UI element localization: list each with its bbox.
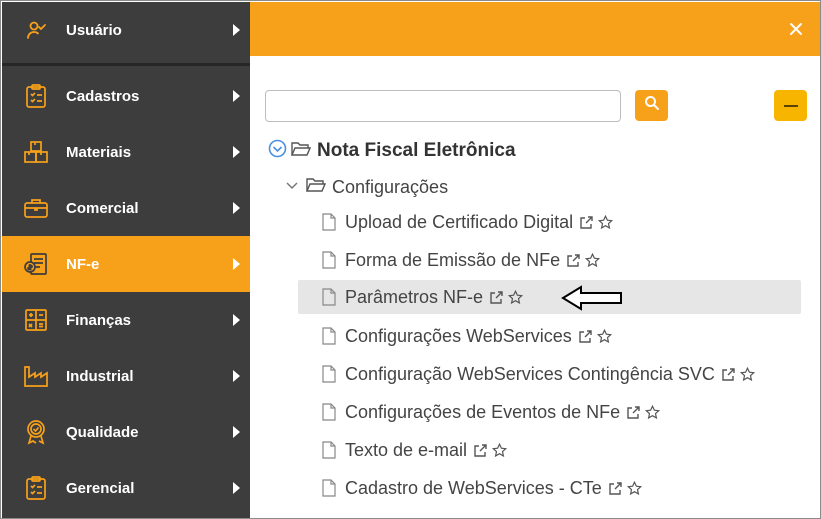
expand-circle-icon[interactable]: [268, 139, 287, 163]
tree-item-label: Texto de e-mail: [345, 439, 468, 460]
clipboard-list-icon: [23, 83, 49, 109]
tree-group-label: Configurações: [332, 176, 449, 197]
star-icon[interactable]: [585, 252, 601, 268]
chevron-down-icon[interactable]: [286, 178, 298, 196]
sidebar-item-cadastros[interactable]: Cadastros: [2, 68, 250, 124]
sidebar: Usuário Cadastros Materiais Comercial NF…: [2, 2, 250, 518]
document-icon: [322, 403, 336, 421]
collapse-button[interactable]: [774, 90, 807, 121]
star-icon[interactable]: [492, 442, 508, 458]
external-link-icon[interactable]: [473, 443, 488, 458]
folder-open-icon: [305, 177, 327, 198]
external-link-icon[interactable]: [721, 367, 736, 382]
sidebar-item-nfe[interactable]: NF-e: [2, 236, 250, 292]
tree-root-label: Nota Fiscal Eletrônica: [317, 140, 516, 161]
tree-group[interactable]: Configurações: [286, 174, 448, 200]
sidebar-item-usuario[interactable]: Usuário: [2, 2, 250, 58]
tree-item[interactable]: Forma de Emissão de NFe: [298, 243, 801, 277]
sidebar-item-label: Materiais: [66, 143, 132, 161]
star-icon[interactable]: [508, 289, 524, 305]
panel-header: [250, 2, 820, 56]
chevron-right-icon: [233, 370, 240, 382]
search-input[interactable]: [265, 90, 621, 122]
close-icon[interactable]: [787, 20, 805, 38]
external-link-icon[interactable]: [566, 253, 581, 268]
sidebar-item-label: Qualidade: [66, 423, 139, 441]
tree-item-label: Configuração WebServices Contingência SV…: [345, 363, 715, 384]
sidebar-item-label: Cadastros: [66, 87, 140, 105]
tree-item[interactable]: Configuração WebServices Contingência SV…: [298, 357, 801, 391]
chevron-right-icon: [233, 258, 240, 270]
star-icon[interactable]: [626, 480, 642, 496]
sidebar-item-financas[interactable]: Finanças: [2, 292, 250, 348]
chevron-right-icon: [233, 202, 240, 214]
document-icon: [322, 288, 336, 306]
document-icon: [322, 251, 336, 269]
tree-item-label: Configurações WebServices: [345, 325, 572, 346]
external-link-icon[interactable]: [578, 329, 593, 344]
search-button[interactable]: [635, 90, 668, 121]
chevron-right-icon: [233, 24, 240, 36]
minus-icon: [783, 104, 798, 107]
tree-item-label: Forma de Emissão de NFe: [345, 249, 561, 270]
external-link-icon[interactable]: [489, 290, 504, 305]
tree-root[interactable]: Nota Fiscal Eletrônica: [268, 138, 516, 164]
external-link-icon[interactable]: [608, 481, 623, 496]
sidebar-item-industrial[interactable]: Industrial: [2, 348, 250, 404]
sidebar-item-label: Usuário: [66, 21, 122, 39]
tree-item[interactable]: Texto de e-mail: [298, 433, 801, 467]
calculator-icon: [23, 307, 49, 333]
sidebar-item-comercial[interactable]: Comercial: [2, 180, 250, 236]
sidebar-item-label: Comercial: [66, 199, 139, 217]
menu-panel: Nota Fiscal Eletrônica Configurações Upl…: [250, 2, 820, 518]
tree-item-label: Configurações de Eventos de NFe: [345, 401, 621, 422]
sidebar-item-label: Industrial: [66, 367, 134, 385]
annotation-arrow-icon: [561, 285, 622, 311]
tree-item[interactable]: Configurações WebServices: [298, 319, 801, 353]
star-icon[interactable]: [596, 328, 612, 344]
chevron-right-icon: [233, 426, 240, 438]
chevron-right-icon: [233, 314, 240, 326]
tree-item[interactable]: Configurações de Eventos de NFe: [298, 395, 801, 429]
sidebar-divider: [2, 63, 250, 66]
sidebar-item-gerencial[interactable]: Gerencial: [2, 460, 250, 516]
tree-item-label: Parâmetros NF-e: [345, 286, 484, 307]
document-icon: [322, 479, 336, 497]
folder-open-icon: [290, 141, 312, 162]
star-icon[interactable]: [598, 214, 614, 230]
chevron-right-icon: [233, 146, 240, 158]
chevron-right-icon: [233, 482, 240, 494]
briefcase-icon: [23, 195, 49, 221]
clipboard-list-icon: [23, 475, 49, 501]
document-icon: [322, 327, 336, 345]
document-icon: [322, 365, 336, 383]
user-check-icon: [23, 17, 49, 43]
tree-item[interactable]: Upload de Certificado Digital: [298, 205, 801, 239]
sidebar-item-label: Gerencial: [66, 479, 135, 497]
document-icon: [322, 441, 336, 459]
sidebar-item-qualidade[interactable]: Qualidade: [2, 404, 250, 460]
sidebar-item-label: Finanças: [66, 311, 132, 329]
tree-item[interactable]: Cadastro de WebServices - CTe: [298, 471, 801, 505]
star-icon[interactable]: [739, 366, 755, 382]
external-link-icon[interactable]: [626, 405, 641, 420]
external-link-icon[interactable]: [579, 215, 594, 230]
tree-item-selected[interactable]: Parâmetros NF-e: [298, 280, 801, 314]
tree-item-label: Upload de Certificado Digital: [345, 211, 574, 232]
app-frame: Usuário Cadastros Materiais Comercial NF…: [0, 0, 821, 519]
star-icon[interactable]: [645, 404, 661, 420]
boxes-icon: [23, 139, 49, 165]
search-icon: [644, 95, 660, 116]
chevron-right-icon: [233, 90, 240, 102]
tree-item-label: Cadastro de WebServices - CTe: [345, 477, 602, 498]
invoice-icon: [23, 251, 49, 277]
quality-badge-icon: [23, 419, 49, 445]
sidebar-item-label: NF-e: [66, 255, 100, 273]
sidebar-item-materiais[interactable]: Materiais: [2, 124, 250, 180]
factory-icon: [23, 363, 49, 389]
document-icon: [322, 213, 336, 231]
